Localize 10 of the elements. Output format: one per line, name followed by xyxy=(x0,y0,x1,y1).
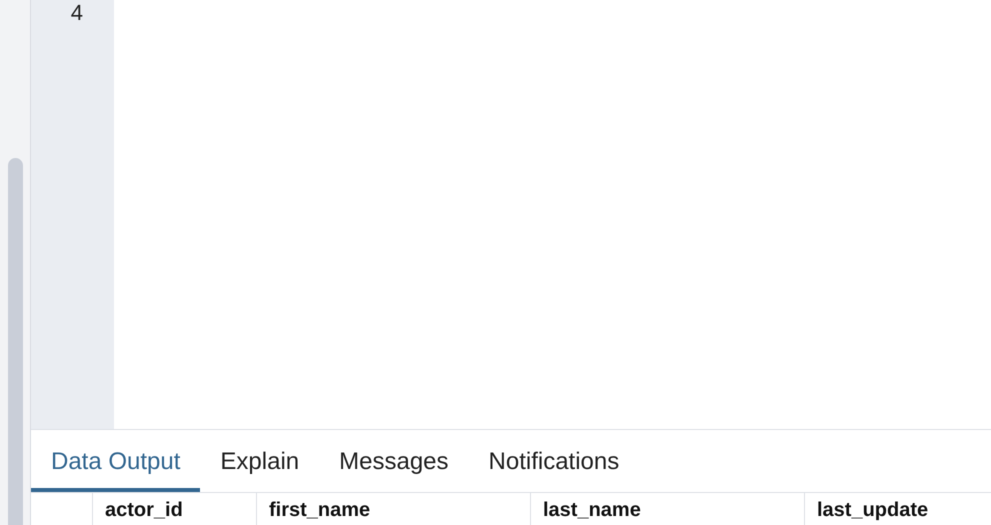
result-tab[interactable]: Data Output xyxy=(31,430,200,492)
scrollbar-thumb[interactable] xyxy=(8,158,22,525)
column-header[interactable]: last_name xyxy=(543,499,641,521)
column-header[interactable]: last_update xyxy=(817,499,928,521)
result-tab[interactable]: Notifications xyxy=(468,430,640,492)
result-tab[interactable]: Messages xyxy=(319,430,469,492)
result-tab[interactable]: Explain xyxy=(200,430,320,492)
column-header[interactable]: first_name xyxy=(269,499,370,521)
column-header[interactable]: actor_id xyxy=(105,499,183,521)
line-number: 4 xyxy=(70,0,83,26)
